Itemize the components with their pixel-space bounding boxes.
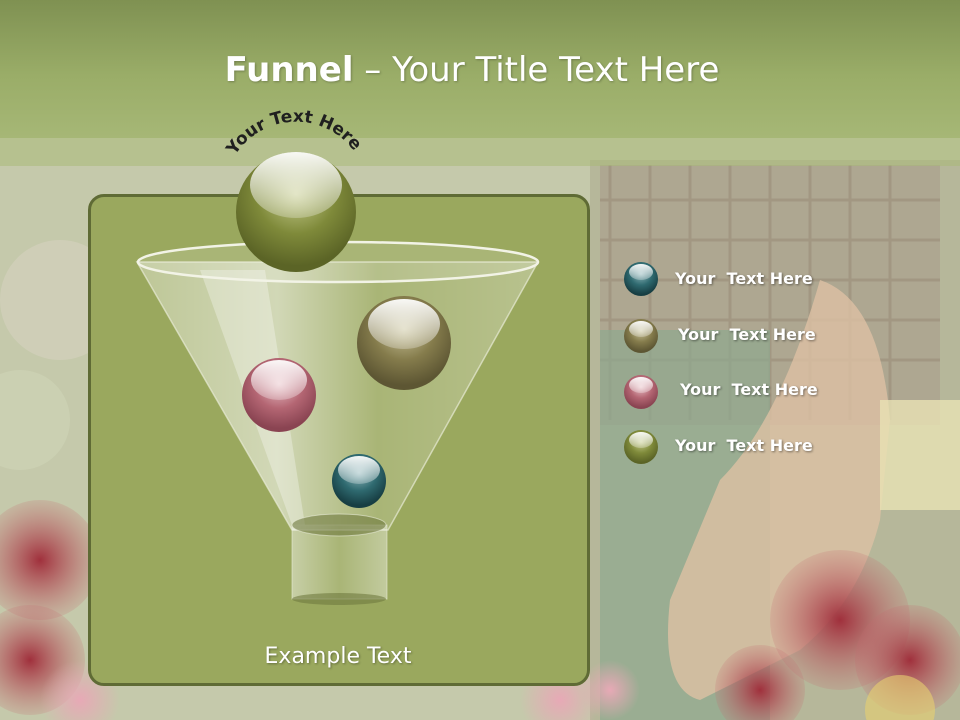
legend-label-4: Your Text Here bbox=[675, 436, 813, 455]
funnel-diagram: Your Text Here bbox=[135, 107, 658, 605]
ball-top bbox=[236, 152, 356, 272]
legend-label-3: Your Text Here bbox=[680, 380, 818, 399]
ball-teal bbox=[332, 454, 386, 508]
legend-ball-2 bbox=[624, 319, 658, 353]
arc-title-text: Your Text Here bbox=[222, 107, 366, 160]
legend-label-1: Your Text Here bbox=[675, 269, 813, 288]
arc-title: Your Text Here bbox=[222, 107, 366, 160]
ball-brown bbox=[357, 296, 451, 390]
legend-label-2: Your Text Here bbox=[678, 325, 816, 344]
legend-ball-1 bbox=[624, 262, 658, 296]
ball-pink bbox=[242, 358, 316, 432]
legend-ball-3 bbox=[624, 375, 658, 409]
legend-ball-4 bbox=[624, 430, 658, 464]
example-text: Example Text bbox=[264, 644, 412, 669]
